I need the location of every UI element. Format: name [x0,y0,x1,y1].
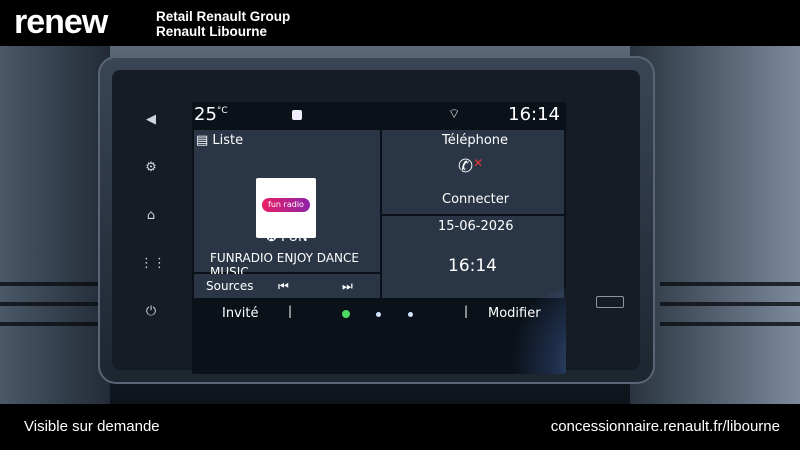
dealer-group: Retail Renault Group [156,9,291,24]
vent-slat [660,302,800,306]
wifi-icon: ⌔ [448,107,461,122]
guest-profile-button[interactable]: Invité [222,306,258,321]
bottom-banner: Visible sur demande concessionnaire.rena… [0,404,800,450]
top-banner: renew Retail Renault Group Renault Libou… [0,0,800,46]
driving-assist-icon[interactable]: ⚙ [140,160,162,176]
notification-icon [292,110,302,120]
power-icon[interactable]: ⏻ [140,304,162,320]
dashboard-right [630,46,800,404]
page-dot[interactable] [376,312,381,317]
infotainment-display: 25°C ⌔ 16:14 ▤ Liste fun radio ✪ FUN FUN… [192,102,566,374]
status-time: 16:14 [508,104,560,125]
station-name: ✪ FUN [266,230,308,245]
separator: | [464,304,469,318]
sources-button[interactable]: Sources [206,279,253,293]
phone-title: Téléphone [442,133,509,148]
phone-status: Connecter [442,192,510,207]
usb-port-icon [596,296,624,308]
list-icon: ▤ [196,133,213,148]
status-bar: 25°C ⌔ 16:14 [192,102,566,130]
widget-date: 15-06-2026 [438,219,514,234]
availability-note: Visible sur demande [24,418,160,435]
widget-time: 16:14 [448,256,497,276]
star-icon: ✪ [266,230,282,245]
apps-grid-icon[interactable]: ⋮⋮ [140,256,166,272]
home-icon[interactable]: ⌂ [140,208,162,224]
media-title: ▤ Liste [196,133,244,148]
vent-slat [0,282,100,286]
phone-disconnected-icon: ✆✕ [458,156,484,177]
dealer-url: concessionnaire.renault.fr/libourne [550,418,780,435]
phone-panel[interactable]: Téléphone ✆✕ Connecter [382,130,564,214]
clock-widget[interactable]: 15-06-2026 16:14 [382,216,564,298]
outside-temperature: 25°C [194,104,228,125]
dealer-info: Retail Renault Group Renault Libourne [156,9,290,39]
renew-logo: renew [14,3,108,41]
station-logo: fun radio [256,178,316,238]
edit-button[interactable]: Modifier [488,306,541,321]
media-panel[interactable]: ▤ Liste fun radio ✪ FUN FUNRADIO ENJOY D… [194,130,380,279]
separator: | [288,304,293,318]
station-logo-text: fun radio [262,198,310,212]
bottom-bar: Invité | | Modifier [192,300,566,328]
vent-slat [0,302,100,306]
vent-slat [660,282,800,286]
vent-slat [0,322,100,326]
next-track-icon[interactable]: ⏭ [342,279,353,294]
page-dot[interactable] [408,312,413,317]
volume-icon[interactable]: ◀ [140,112,162,128]
dealer-site: Renault Libourne [156,24,267,39]
vent-slat [660,322,800,326]
previous-track-icon[interactable]: ⏮ [278,279,289,294]
media-controls: Sources ⏮ ⏭ [194,274,380,298]
dashboard-left [0,46,110,404]
page-dot-active[interactable] [342,310,350,318]
